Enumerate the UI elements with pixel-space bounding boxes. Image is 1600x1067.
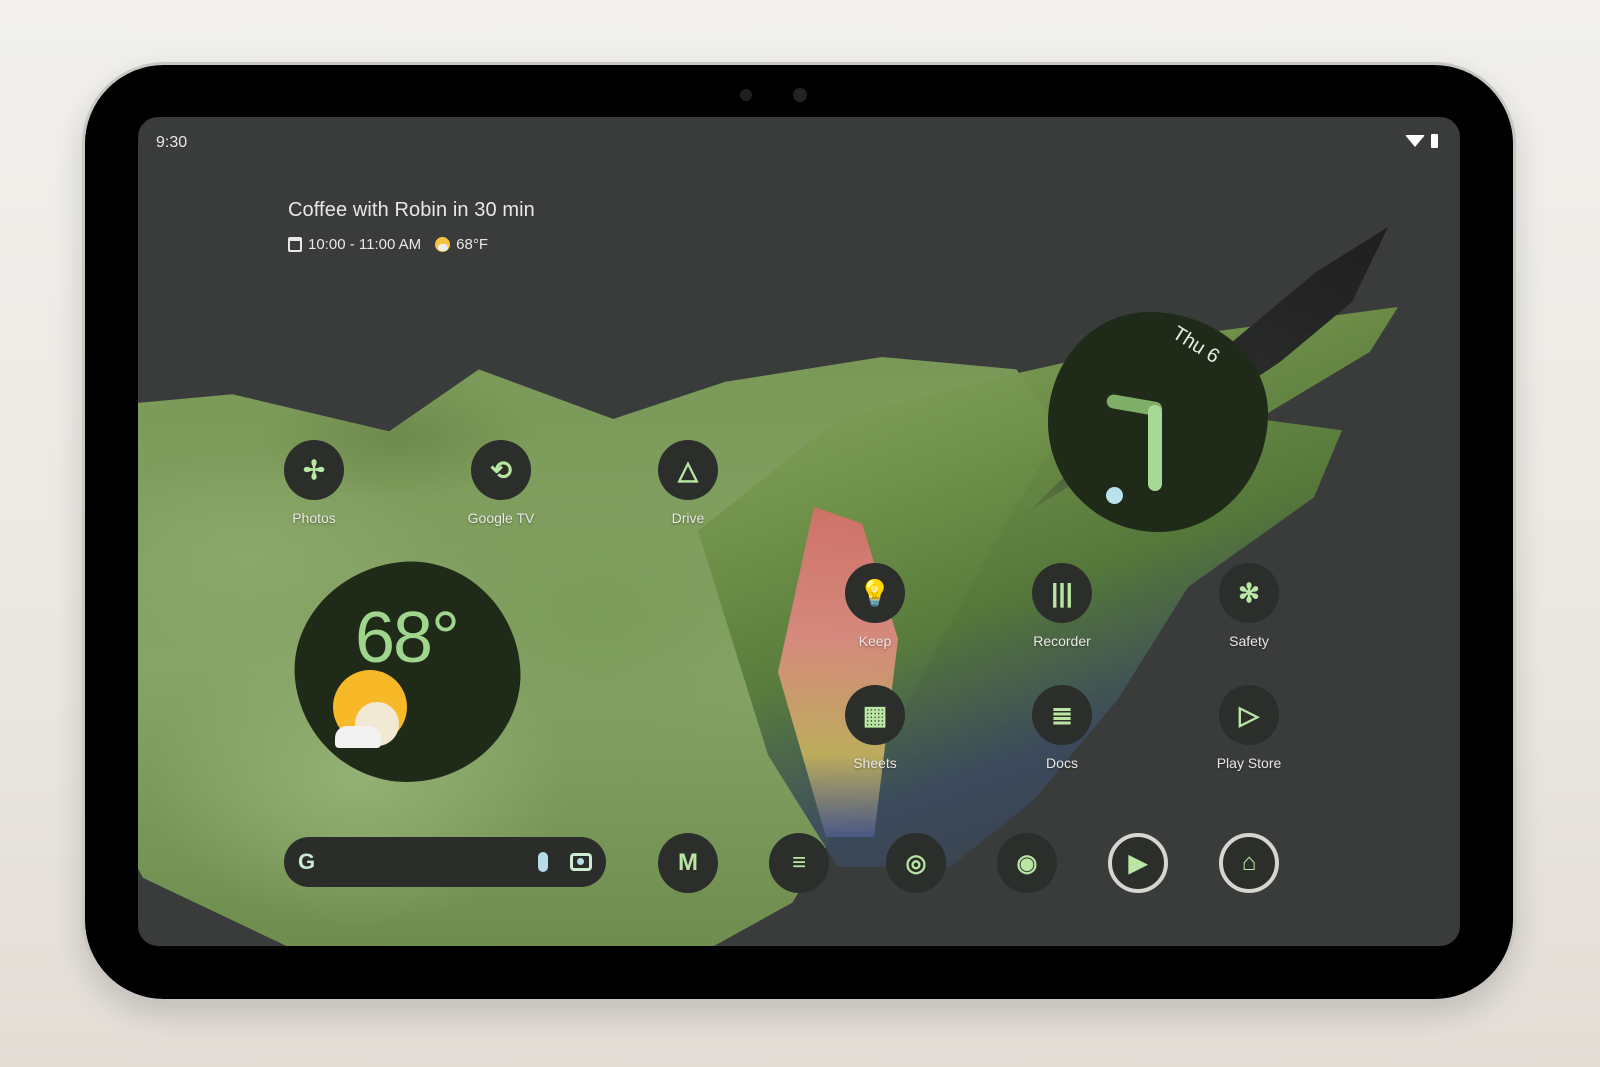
youtube-icon: ▶ <box>1128 849 1148 877</box>
keep-icon: 💡 <box>845 563 905 623</box>
messages-icon: ≡ <box>791 849 806 876</box>
at-a-glance-widget[interactable]: Coffee with Robin in 30 min 10:00 - 11:0… <box>288 199 535 253</box>
second-dot <box>1106 487 1123 504</box>
google-logo-icon: G <box>298 849 316 874</box>
chrome-icon: ◎ <box>905 849 927 877</box>
gmail-icon: M <box>678 849 698 876</box>
battery-icon <box>1431 134 1438 148</box>
drive-icon: △ <box>658 440 718 500</box>
home-icon: ⌂ <box>1241 849 1257 876</box>
event-title: Coffee with Robin in 30 min <box>288 199 535 221</box>
front-sensor <box>740 89 752 101</box>
front-camera <box>793 88 807 102</box>
app-play-store[interactable]: ▷ Play Store <box>1194 685 1304 771</box>
status-icons <box>1405 134 1438 148</box>
app-photos[interactable]: ✢ Photos <box>259 440 369 526</box>
safety-icon: ✻ <box>1219 563 1279 623</box>
docs-icon: ≣ <box>1032 685 1092 745</box>
sheets-icon: ▦ <box>845 685 905 745</box>
event-time: 10:00 - 11:00 AM <box>308 236 422 253</box>
app-keep[interactable]: 💡 Keep <box>820 563 930 649</box>
weather-widget[interactable]: 68° <box>280 547 535 797</box>
weather-temperature: 68° <box>355 598 458 678</box>
dock-camera[interactable]: ◉ <box>997 833 1057 893</box>
app-drive[interactable]: △ Drive <box>633 440 743 526</box>
calendar-icon <box>288 237 302 252</box>
app-sheets[interactable]: ▦ Sheets <box>820 685 930 771</box>
glance-temperature: 68°F <box>456 236 488 253</box>
wifi-icon <box>1405 135 1425 147</box>
photos-icon: ✢ <box>284 440 344 500</box>
status-time: 9:30 <box>156 134 188 151</box>
app-google-tv[interactable]: ⟲ Google TV <box>446 440 556 526</box>
weather-icon <box>435 237 451 252</box>
dock-gmail[interactable]: M <box>658 833 718 893</box>
clock-date: Thu 6 <box>1168 322 1224 368</box>
dock-chrome[interactable]: ◎ <box>886 833 946 893</box>
app-recorder[interactable]: ||| Recorder <box>1007 563 1117 649</box>
recorder-icon: ||| <box>1032 563 1092 623</box>
dock-youtube[interactable]: ▶ <box>1108 833 1168 893</box>
dock-home[interactable]: ⌂ <box>1219 833 1279 893</box>
camera-icon: ◉ <box>1016 849 1038 877</box>
home-screen: 9:30 Coffee with Robin in 30 min 10:00 -… <box>138 117 1460 946</box>
dock-messages[interactable]: ≡ <box>769 833 829 893</box>
google-tv-icon: ⟲ <box>471 440 531 500</box>
app-docs[interactable]: ≣ Docs <box>1007 685 1117 771</box>
minute-hand <box>1148 405 1162 491</box>
play-store-icon: ▷ <box>1219 685 1279 745</box>
app-safety[interactable]: ✻ Safety <box>1194 563 1304 649</box>
mic-icon[interactable] <box>538 852 548 872</box>
cloud-base-icon <box>335 726 381 748</box>
lens-icon[interactable] <box>570 853 592 871</box>
search-bar[interactable]: G <box>284 837 606 887</box>
